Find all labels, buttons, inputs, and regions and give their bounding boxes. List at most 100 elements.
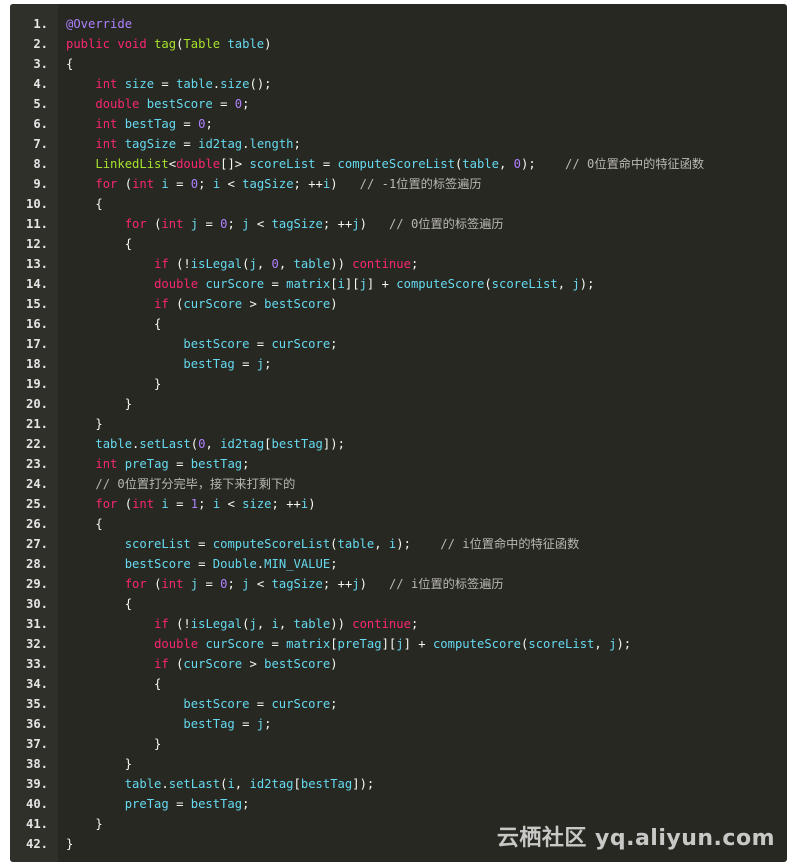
code-text: int tagSize = id2tag.length; [95, 137, 301, 151]
watermark: 云栖社区 yq.aliyun.com [496, 826, 775, 851]
code-line: 25. for (int i = 1; i < size; ++i) [10, 494, 787, 514]
code-text: { [66, 317, 162, 331]
line-number: 39. [25, 777, 48, 791]
code-text: int bestTag = 0; [95, 117, 213, 131]
code-text: LinkedList<double[]> scoreList = compute… [95, 157, 705, 171]
code-text: if (curScore > bestScore) [154, 657, 338, 671]
code-text: { [66, 597, 133, 611]
code-text: for (int j = 0; j < tagSize; ++j) // 0位置… [124, 217, 504, 231]
line-number: 38. [25, 757, 48, 771]
code-line: 2. public void tag(Table table) [10, 34, 787, 54]
line-number: 41. [25, 817, 48, 831]
line-number: 22. [25, 437, 48, 451]
code-line: 32. double curScore = matrix[preTag][j] … [10, 634, 787, 654]
line-number: 42. [25, 837, 48, 851]
code-line: 14. double curScore = matrix[i][j] + com… [10, 274, 787, 294]
code-line: 39. table.setLast(i, id2tag[bestTag]); [10, 774, 787, 794]
code-line: 23. int preTag = bestTag; [10, 454, 787, 474]
code-line: 33. if (curScore > bestScore) [10, 654, 787, 674]
code-text: bestTag = j; [183, 357, 272, 371]
code-text: preTag = bestTag; [124, 797, 250, 811]
line-number: 23. [25, 457, 48, 471]
line-number: 40. [25, 797, 48, 811]
line-number: 14. [25, 277, 48, 291]
code-text: if (!isLegal(j, i, table)) continue; [154, 617, 419, 631]
code-line: 38. } [10, 754, 787, 774]
code-text: bestScore = Double.MIN_VALUE; [124, 557, 338, 571]
code-text: int size = table.size(); [95, 77, 272, 91]
code-line: 19. } [10, 374, 787, 394]
code-line: 36. bestTag = j; [10, 714, 787, 734]
code-line: 26. { [10, 514, 787, 534]
code-text: { [66, 237, 133, 251]
code-text: if (curScore > bestScore) [154, 297, 338, 311]
code-text: bestScore = curScore; [183, 697, 338, 711]
line-number: 13. [25, 257, 48, 271]
line-number: 34. [25, 677, 48, 691]
code-text: { [66, 57, 74, 71]
code-line: 10. { [10, 194, 787, 214]
code-block: 1. @Override 2. public void tag(Table table… [10, 4, 787, 862]
line-number: 26. [25, 517, 48, 531]
line-number: 9. [33, 177, 48, 191]
line-number: 35. [25, 697, 48, 711]
code-line: 34. { [10, 674, 787, 694]
code-line: 27. scoreList = computeScoreList(table, … [10, 534, 787, 554]
code-line: 6. int bestTag = 0; [10, 114, 787, 134]
code-text: bestScore = curScore; [183, 337, 338, 351]
line-number: 1. [33, 17, 48, 31]
line-number: 8. [33, 157, 48, 171]
code-line: 40. preTag = bestTag; [10, 794, 787, 814]
code-line: 12. { [10, 234, 787, 254]
line-number: 21. [25, 417, 48, 431]
line-number: 30. [25, 597, 48, 611]
line-number: 31. [25, 617, 48, 631]
code-line: 4. int size = table.size(); [10, 74, 787, 94]
code-text: } [66, 817, 103, 831]
code-text: scoreList = computeScoreList(table, i); … [124, 537, 580, 551]
code-text: } [66, 757, 133, 771]
code-text: } [66, 737, 162, 751]
line-number: 28. [25, 557, 48, 571]
code-line: 8. LinkedList<double[]> scoreList = comp… [10, 154, 787, 174]
code-text: } [66, 417, 103, 431]
line-number: 25. [25, 497, 48, 511]
code-line: 7. int tagSize = id2tag.length; [10, 134, 787, 154]
line-number: 27. [25, 537, 48, 551]
code-text: double bestScore = 0; [95, 97, 250, 111]
line-number: 16. [25, 317, 48, 331]
code-text: int preTag = bestTag; [95, 457, 250, 471]
code-text: { [66, 197, 103, 211]
code-line: 5. double bestScore = 0; [10, 94, 787, 114]
code-line: 31. if (!isLegal(j, i, table)) continue; [10, 614, 787, 634]
code-text: table.setLast(0, id2tag[bestTag]); [95, 437, 345, 451]
line-number: 11. [25, 217, 48, 231]
line-number: 18. [25, 357, 48, 371]
code-line: 37. } [10, 734, 787, 754]
code-line: 1. @Override [10, 14, 787, 34]
code-line: 28. bestScore = Double.MIN_VALUE; [10, 554, 787, 574]
line-number: 36. [25, 717, 48, 731]
code-line: 9. for (int i = 0; i < tagSize; ++i) // … [10, 174, 787, 194]
code-line: 18. bestTag = j; [10, 354, 787, 374]
code-line: 3. { [10, 54, 787, 74]
line-number: 20. [25, 397, 48, 411]
code-text: { [66, 517, 103, 531]
code-text: public void tag(Table table) [66, 37, 272, 51]
code-line: 30. { [10, 594, 787, 614]
line-number: 7. [33, 137, 48, 151]
code-line: 15. if (curScore > bestScore) [10, 294, 787, 314]
code-line: 24. // 0位置打分完毕，接下来打剩下的 [10, 474, 787, 494]
line-number: 19. [25, 377, 48, 391]
code-text: table.setLast(i, id2tag[bestTag]); [124, 777, 375, 791]
code-text: bestTag = j; [183, 717, 272, 731]
line-number: 2. [33, 37, 48, 51]
code-text: } [66, 377, 162, 391]
line-number: 24. [25, 477, 48, 491]
line-number: 37. [25, 737, 48, 751]
line-number: 4. [33, 77, 48, 91]
line-number: 12. [25, 237, 48, 251]
code-line: 13. if (!isLegal(j, 0, table)) continue; [10, 254, 787, 274]
line-number: 15. [25, 297, 48, 311]
code-text: double curScore = matrix[i][j] + compute… [154, 277, 595, 291]
